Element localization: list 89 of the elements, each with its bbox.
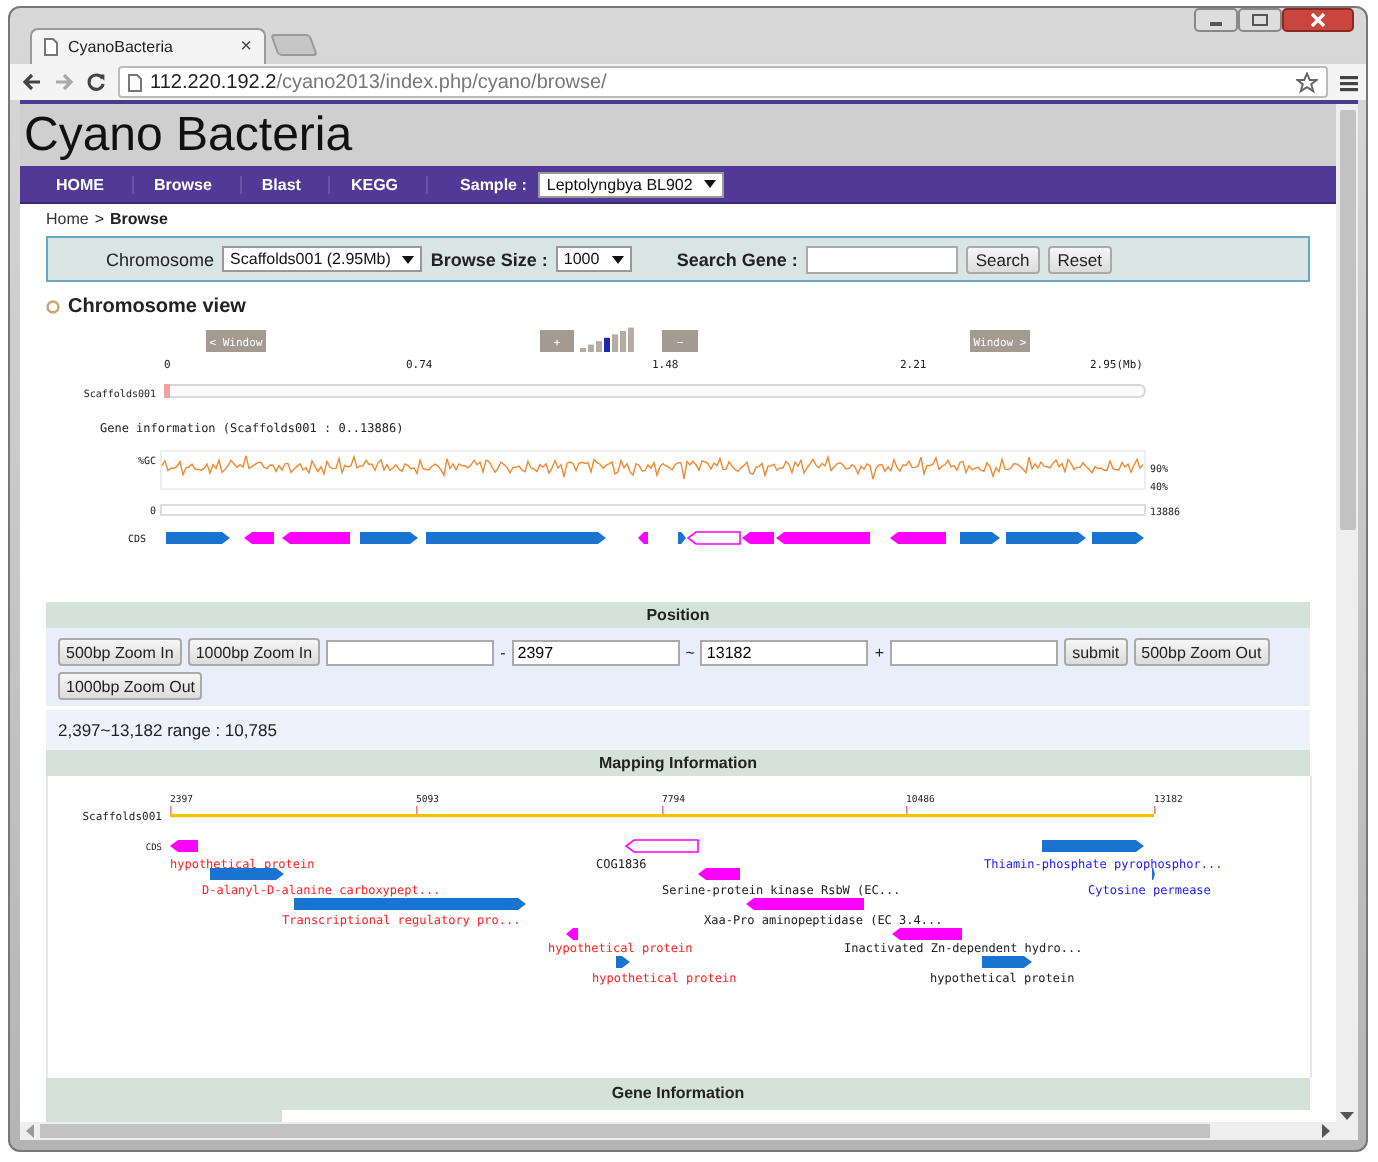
gene-arrow[interactable] — [616, 956, 630, 968]
gene-arrow[interactable] — [170, 840, 198, 852]
reset-button[interactable]: Reset — [1047, 245, 1112, 273]
caret-icon — [704, 180, 717, 188]
minimize-icon[interactable] — [1194, 8, 1238, 32]
nav-link[interactable]: Browse — [134, 175, 242, 193]
gene-arrow[interactable] — [686, 531, 741, 545]
sample-label: Sample : — [460, 175, 527, 193]
range-separator: ~ — [685, 643, 695, 661]
gene-arrow[interactable] — [1042, 840, 1144, 852]
scroll-left-icon[interactable] — [26, 1124, 34, 1138]
maximize-icon[interactable] — [1238, 8, 1282, 32]
section-header: Position — [46, 602, 1310, 628]
new-tab-button[interactable] — [270, 34, 318, 56]
gene-arrow[interactable] — [960, 532, 1000, 544]
tick-mark — [1154, 806, 1156, 814]
search-field[interactable] — [805, 245, 958, 273]
star-icon[interactable] — [1296, 71, 1318, 93]
menu-icon[interactable] — [1340, 73, 1358, 91]
chromosome-select[interactable]: Scaffolds001 (2.95Mb) — [222, 246, 423, 272]
page-icon — [44, 38, 58, 56]
gene-arrow[interactable] — [890, 532, 946, 544]
action-button[interactable]: 1000bp Zoom Out — [58, 672, 203, 700]
gene-arrow[interactable] — [360, 532, 418, 544]
chromosome-label: Chromosome — [106, 249, 215, 269]
caret-icon — [402, 255, 415, 263]
gene-arrow[interactable] — [166, 532, 230, 544]
section-title: Chromosome view — [68, 296, 246, 318]
vertical-scrollbar[interactable] — [1336, 104, 1358, 1122]
gene-arrow[interactable] — [624, 839, 699, 853]
back-icon[interactable] — [22, 72, 42, 92]
nav-link[interactable]: Blast — [241, 175, 331, 193]
zoom-level-bar[interactable] — [604, 337, 610, 352]
gene-arrow[interactable] — [1152, 868, 1155, 880]
gene-arrow[interactable] — [892, 928, 962, 940]
close-icon[interactable] — [1282, 8, 1354, 32]
gene-arrow[interactable] — [982, 956, 1032, 968]
nav-link[interactable]: KEGG — [330, 175, 429, 193]
range-separator: - — [500, 643, 506, 661]
section-header: Mapping Information — [46, 750, 1310, 776]
gene-arrow[interactable] — [1006, 532, 1086, 544]
range-text: 2,397~13,182 range : 10,785 — [46, 710, 1310, 750]
circle-icon — [46, 300, 60, 314]
tick-mark — [170, 806, 172, 814]
action-button[interactable]: 500bp Zoom Out — [1133, 638, 1270, 666]
range-separator: + — [874, 643, 885, 661]
position-marker — [164, 384, 170, 398]
action-button[interactable]: 500bp Zoom In — [58, 638, 182, 666]
breadcrumb-link[interactable]: Home — [46, 210, 89, 232]
breadcrumb-current: Browse — [110, 210, 168, 232]
gene-arrow[interactable] — [566, 928, 578, 940]
gene-arrow[interactable] — [244, 532, 274, 544]
position-field[interactable] — [890, 639, 1059, 665]
reload-icon[interactable] — [86, 72, 106, 92]
section-header: Gene Information — [46, 1078, 1310, 1110]
gene-arrow[interactable] — [282, 532, 350, 544]
scrollbar-thumb[interactable] — [40, 1124, 1210, 1138]
search-gene-label: Search Gene : — [676, 249, 798, 269]
address-field[interactable]: 112.220.192.2/cyano2013/index.php/cyano/browse/ — [118, 66, 1328, 98]
tick-mark — [662, 806, 664, 814]
browse-size-label: Browse Size : — [430, 249, 548, 269]
scrollbar-thumb[interactable] — [1339, 110, 1355, 530]
gene-arrow[interactable] — [698, 868, 740, 880]
search-button[interactable]: Search — [965, 245, 1040, 273]
tick-mark — [416, 806, 418, 814]
position-field[interactable] — [326, 639, 495, 665]
sample-select[interactable]: Leptolyngbya BL902 — [538, 171, 725, 197]
page-icon — [128, 73, 142, 91]
horizontal-scrollbar[interactable] — [20, 1122, 1336, 1140]
position-field[interactable]: 13182 — [700, 639, 869, 665]
action-button[interactable]: submit — [1064, 638, 1128, 666]
action-button[interactable]: 1000bp Zoom In — [187, 638, 321, 666]
gene-arrow[interactable] — [746, 898, 864, 910]
position-field[interactable]: 2397 — [511, 639, 680, 665]
browser-tab[interactable]: CyanoBacteria × — [30, 28, 266, 64]
gene-arrow[interactable] — [678, 532, 686, 544]
gene-arrow[interactable] — [1092, 532, 1144, 544]
gene-arrow[interactable] — [638, 532, 648, 544]
tick-mark — [906, 806, 908, 814]
browse-size-select[interactable]: 1000 — [555, 246, 632, 272]
scroll-right-icon[interactable] — [1322, 1124, 1330, 1138]
close-tab-button[interactable]: × — [240, 36, 252, 58]
gene-arrow[interactable] — [210, 868, 284, 880]
breadcrumb-separator: > — [94, 210, 105, 232]
forward-icon[interactable] — [54, 72, 74, 92]
nav-link[interactable]: HOME — [36, 175, 134, 193]
caret-icon — [611, 255, 624, 263]
gene-arrow[interactable] — [742, 532, 774, 544]
site-title: Cyano Bacteria — [20, 104, 1336, 166]
